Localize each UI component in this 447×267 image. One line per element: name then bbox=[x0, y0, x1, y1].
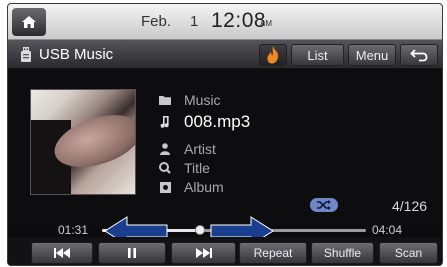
title-row: Title bbox=[159, 160, 210, 176]
album-art bbox=[30, 89, 136, 195]
pause-icon bbox=[128, 248, 136, 258]
head-unit-screen: Feb. 1 12:08 AM USB Music List Menu Musi… bbox=[7, 3, 443, 266]
shuffle-button[interactable]: Shuffle bbox=[311, 242, 374, 264]
progress-fill bbox=[102, 229, 200, 232]
next-track-icon bbox=[195, 248, 212, 258]
elapsed-time: 01:31 bbox=[58, 223, 89, 237]
folder-icon bbox=[159, 94, 171, 106]
title-name: Title bbox=[184, 160, 210, 176]
list-button-label: List bbox=[307, 47, 328, 63]
source-title: USB Music bbox=[39, 46, 114, 63]
back-button[interactable] bbox=[400, 44, 438, 66]
repeat-button[interactable]: Repeat bbox=[239, 242, 307, 264]
flame-button[interactable] bbox=[259, 44, 287, 66]
folder-row: Music bbox=[159, 92, 221, 108]
previous-track-button[interactable] bbox=[31, 242, 93, 264]
menu-button[interactable]: Menu bbox=[348, 44, 396, 66]
file-row: 008.mp3 bbox=[159, 112, 250, 132]
person-icon bbox=[159, 143, 171, 155]
progress-bar[interactable] bbox=[102, 225, 366, 235]
next-track-button[interactable] bbox=[171, 242, 236, 264]
shuffle-button-label: Shuffle bbox=[323, 246, 362, 260]
flame-icon bbox=[267, 46, 279, 64]
status-bar: Feb. 1 12:08 AM bbox=[8, 4, 442, 40]
date-month: Feb. bbox=[141, 13, 172, 30]
list-button[interactable]: List bbox=[291, 44, 344, 66]
menu-button-label: Menu bbox=[355, 47, 389, 63]
scan-button[interactable]: Scan bbox=[379, 242, 438, 264]
home-button[interactable] bbox=[12, 8, 46, 36]
album-name: Album bbox=[184, 179, 224, 195]
title-icon bbox=[159, 162, 171, 174]
pause-button[interactable] bbox=[98, 242, 166, 264]
artist-row: Artist bbox=[159, 141, 216, 157]
music-note-icon bbox=[159, 116, 171, 128]
scan-button-label: Scan bbox=[394, 246, 423, 260]
clock-ampm: AM bbox=[260, 19, 272, 28]
file-name: 008.mp3 bbox=[184, 112, 251, 131]
usb-icon bbox=[21, 47, 31, 62]
progress-knob[interactable] bbox=[194, 225, 205, 235]
folder-name: Music bbox=[184, 92, 221, 108]
track-counter: 4/126 bbox=[392, 198, 428, 214]
artist-name: Artist bbox=[184, 141, 216, 157]
now-playing-panel: Music 008.mp3 Artist Title Album 4/126 0… bbox=[8, 69, 442, 246]
date-day: 1 bbox=[190, 13, 199, 30]
home-icon bbox=[22, 16, 36, 28]
total-time: 04:04 bbox=[372, 223, 403, 237]
clock-time: 12:08 bbox=[211, 9, 267, 32]
back-arrow-icon bbox=[410, 49, 428, 62]
shuffle-status-badge bbox=[310, 198, 338, 212]
repeat-button-label: Repeat bbox=[253, 246, 293, 260]
previous-track-icon bbox=[54, 248, 70, 258]
source-header: USB Music List Menu bbox=[8, 40, 442, 69]
playback-controls: Repeat Shuffle Scan bbox=[8, 237, 442, 265]
album-row: Album bbox=[159, 179, 224, 195]
album-icon bbox=[159, 181, 171, 193]
shuffle-icon bbox=[317, 200, 331, 210]
